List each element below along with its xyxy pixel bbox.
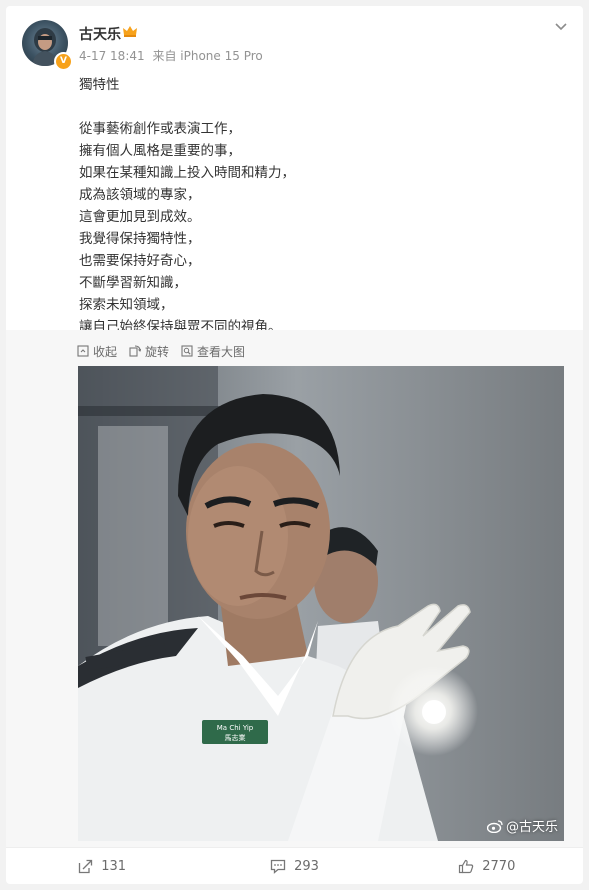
collapse-icon bbox=[77, 345, 89, 357]
post-line: 不斷學習新知識， bbox=[79, 275, 187, 291]
post-text: 獨特性 從事藝術創作或表演工作， 擁有個人風格是重要的事， 如果在某種知識上投入… bbox=[79, 74, 559, 338]
watermark: @古天乐 bbox=[486, 816, 558, 835]
post-line-gap bbox=[79, 96, 559, 118]
comment-icon bbox=[270, 859, 286, 874]
repost-icon bbox=[79, 859, 93, 873]
post-time[interactable]: 4-17 18:41 bbox=[79, 49, 145, 63]
comment-button[interactable]: 293 bbox=[198, 859, 390, 874]
verified-badge: V bbox=[54, 52, 73, 71]
media-toolbar: 收起 旋转 查看大图 bbox=[77, 342, 257, 360]
collapse-label: 收起 bbox=[93, 344, 118, 359]
post-line: 如果在某種知識上投入時間和精力， bbox=[79, 165, 295, 181]
rotate-icon bbox=[129, 345, 142, 357]
media-section: 收起 旋转 查看大图 Ma Chi Yip 馬志業 @古天乐 bbox=[6, 330, 583, 847]
crown-icon bbox=[123, 26, 137, 37]
post-line: 從事藝術創作或表演工作， bbox=[79, 121, 241, 137]
badge-name-zh: 馬志業 bbox=[225, 733, 246, 742]
repost-button[interactable]: 131 bbox=[6, 859, 198, 874]
view-large-icon bbox=[181, 345, 193, 357]
post-line: 擁有個人風格是重要的事， bbox=[79, 143, 241, 159]
post-photo[interactable]: Ma Chi Yip 馬志業 @古天乐 bbox=[78, 366, 564, 841]
weibo-logo-icon bbox=[486, 819, 503, 833]
badge-name-en: Ma Chi Yip bbox=[217, 724, 254, 732]
like-count: 2770 bbox=[482, 858, 516, 874]
weibo-post-card: V 古天乐 4-17 18:41 来自 iPhone 15 Pro 獨特性 從事… bbox=[6, 6, 583, 884]
comment-count: 293 bbox=[294, 858, 319, 874]
photo-illustration: Ma Chi Yip 馬志業 bbox=[78, 366, 564, 841]
like-button[interactable]: 2770 bbox=[391, 859, 583, 874]
post-line: 我覺得保持獨特性， bbox=[79, 231, 201, 247]
post-line: 也需要保持好奇心， bbox=[79, 253, 201, 269]
like-icon bbox=[459, 859, 474, 873]
post-line: 這會更加見到成效。 bbox=[79, 209, 201, 225]
rotate-button[interactable]: 旋转 bbox=[129, 343, 169, 360]
watermark-text: @古天乐 bbox=[505, 820, 558, 835]
post-line: 獨特性 bbox=[79, 77, 120, 93]
post-meta: 4-17 18:41 来自 iPhone 15 Pro bbox=[79, 47, 267, 64]
collapse-button[interactable]: 收起 bbox=[77, 343, 117, 360]
view-large-button[interactable]: 查看大图 bbox=[181, 343, 245, 360]
view-large-label: 查看大图 bbox=[197, 344, 246, 359]
rotate-label: 旋转 bbox=[145, 344, 170, 359]
post-line: 探索未知領域， bbox=[79, 297, 174, 313]
action-bar: 131 293 2770 bbox=[6, 848, 583, 884]
repost-count: 131 bbox=[101, 858, 127, 874]
post-line: 成為該領域的專家， bbox=[79, 187, 201, 203]
username[interactable]: 古天乐 bbox=[79, 24, 121, 44]
chevron-down-icon[interactable] bbox=[553, 18, 569, 34]
post-source: 来自 iPhone 15 Pro bbox=[152, 49, 263, 63]
